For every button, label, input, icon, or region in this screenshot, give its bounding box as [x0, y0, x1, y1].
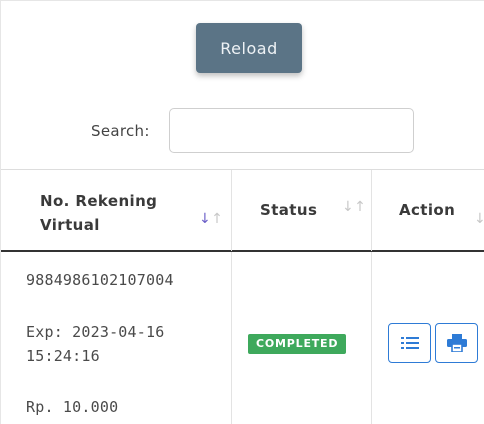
amount: Rp. 10.000 [26, 398, 119, 416]
expiry-date: Exp: 2023-04-16 [26, 323, 165, 341]
cell-action [372, 252, 484, 424]
column-header-no-rekening[interactable]: No. Rekening Virtual ↓↑ [1, 170, 232, 251]
column-header-label: Action [399, 201, 456, 219]
print-button[interactable] [435, 323, 478, 363]
column-header-status[interactable]: Status ↓↑ [232, 170, 372, 251]
search-label: Search: [91, 122, 150, 140]
table-header: No. Rekening Virtual ↓↑ Status ↓↑ Action… [1, 169, 484, 252]
cell-no-rekening: 9884986102107004 Exp: 2023-04-16 15:24:1… [1, 252, 232, 424]
virtual-account-page: Reload Search: No. Rekening Virtual ↓↑ S… [0, 0, 484, 424]
list-icon [400, 337, 419, 349]
column-header-label: Status [260, 201, 318, 219]
sort-descending-icon[interactable]: ↓↑ [199, 212, 223, 226]
column-header-label: No. Rekening Virtual [40, 192, 158, 234]
column-header-action[interactable]: Action ↓ [372, 170, 484, 251]
reload-button[interactable]: Reload [196, 23, 302, 73]
expiry-time: 15:24:16 [26, 347, 100, 365]
print-icon [446, 334, 467, 352]
virtual-account-table: No. Rekening Virtual ↓↑ Status ↓↑ Action… [1, 169, 484, 424]
view-details-button[interactable] [388, 323, 431, 363]
va-number: 9884986102107004 [26, 271, 174, 289]
sort-icon[interactable]: ↓ [474, 212, 484, 226]
sort-icon[interactable]: ↓↑ [342, 200, 366, 214]
search-input[interactable] [169, 108, 414, 153]
table-row: 9884986102107004 Exp: 2023-04-16 15:24:1… [1, 252, 484, 424]
cell-status: COMPLETED [232, 252, 372, 424]
status-badge: COMPLETED [248, 334, 347, 354]
